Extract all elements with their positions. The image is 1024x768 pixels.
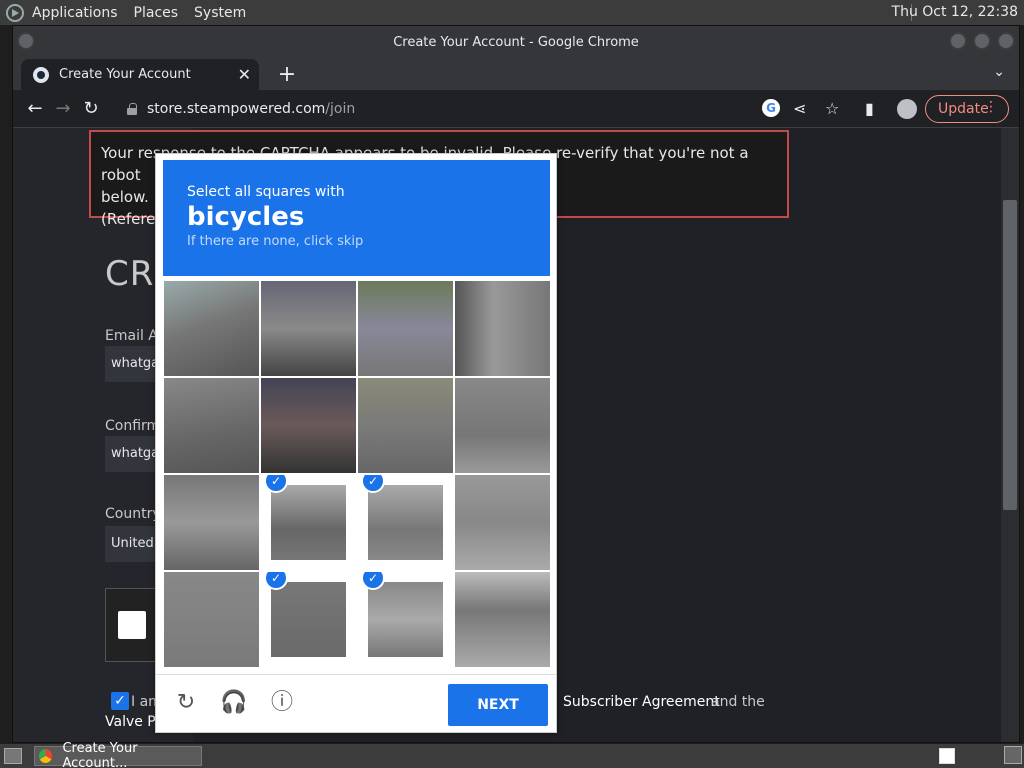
confirm-email-label: Confirm <box>105 418 161 434</box>
audio-challenge-icon[interactable]: 🎧 <box>220 689 248 717</box>
tile-image <box>164 475 259 570</box>
window-titlebar[interactable]: Create Your Account - Google Chrome <box>13 26 1019 58</box>
challenge-tile-grid: ✓ ✓ ✓ ✓ <box>164 281 550 667</box>
update-label: Update <box>938 101 989 117</box>
challenge-tile[interactable] <box>358 281 453 376</box>
top-panel: Applications Places System Thu Oct 12, 2… <box>0 0 1024 25</box>
url-host: store.steampowered.com <box>147 101 326 117</box>
minimize-icon[interactable] <box>949 32 967 50</box>
clock[interactable]: Thu Oct 12, 22:38 <box>892 4 1018 20</box>
scrollbar-thumb[interactable] <box>1003 200 1017 510</box>
challenge-tile[interactable] <box>455 572 550 667</box>
window-menu-icon[interactable] <box>17 32 35 50</box>
show-desktop-icon[interactable] <box>4 748 22 764</box>
share-icon[interactable]: ⋖ <box>793 99 806 118</box>
challenge-tile[interactable] <box>455 281 550 376</box>
tile-image <box>368 582 443 657</box>
address-bar[interactable]: store.steampowered.com/join <box>127 94 791 124</box>
steam-favicon-icon <box>33 66 49 83</box>
challenge-tile[interactable] <box>164 378 259 473</box>
challenge-footer: ↻ 🎧 ⓘ NEXT <box>156 674 556 732</box>
back-icon[interactable]: ← <box>21 98 49 119</box>
window-title: Create Your Account - Google Chrome <box>393 34 639 50</box>
tile-image <box>455 572 550 667</box>
reload-challenge-icon[interactable]: ↻ <box>172 689 200 717</box>
taskbar-item-label: Create Your Account... <box>62 741 138 768</box>
menu-system[interactable]: System <box>194 5 246 21</box>
subscriber-agreement-link[interactable]: Subscriber Agreement <box>563 694 720 710</box>
tile-image <box>368 485 443 560</box>
distro-logo-icon[interactable] <box>6 3 24 22</box>
menu-places[interactable]: Places <box>134 5 179 21</box>
challenge-target: bicycles <box>187 202 305 232</box>
tab-strip: Create Your Account ✕ + ⌄ <box>13 58 1019 90</box>
tile-image <box>455 281 550 376</box>
url-path: /join <box>325 101 356 117</box>
country-label: Country <box>105 506 161 522</box>
maximize-icon[interactable] <box>973 32 991 50</box>
tile-image <box>271 582 346 657</box>
challenge-tile[interactable] <box>164 572 259 667</box>
tab-title: Create Your Account <box>59 67 191 82</box>
reload-icon[interactable]: ↻ <box>77 98 105 119</box>
privacy-policy-link[interactable]: Valve Pr <box>105 714 161 730</box>
more-menu-icon[interactable]: ⋮ <box>984 99 998 115</box>
challenge-tile[interactable] <box>164 281 259 376</box>
lock-icon[interactable] <box>127 103 137 115</box>
bottom-taskbar: Create Your Account... <box>0 741 1024 768</box>
challenge-tile[interactable]: ✓ <box>261 572 356 667</box>
taskbar-chrome-item[interactable]: Create Your Account... <box>34 741 202 768</box>
workspace-2-icon[interactable] <box>1004 746 1022 764</box>
challenge-hint: If there are none, click skip <box>187 234 364 249</box>
challenge-instruction: Select all squares with <box>187 184 345 200</box>
next-button[interactable]: NEXT <box>448 684 548 726</box>
google-lens-icon[interactable]: G <box>762 99 780 117</box>
tab-search-chevron-icon[interactable]: ⌄ <box>993 64 1005 80</box>
menu-applications[interactable]: Applications <box>32 5 118 21</box>
challenge-tile[interactable]: ✓ <box>358 572 453 667</box>
tile-image <box>261 281 356 376</box>
close-window-icon[interactable] <box>997 32 1015 50</box>
challenge-header: Select all squares with bicycles If ther… <box>163 160 550 276</box>
tile-image <box>358 281 453 376</box>
challenge-tile[interactable] <box>164 475 259 570</box>
tile-image <box>455 378 550 473</box>
recaptcha-checkbox[interactable] <box>118 611 146 639</box>
agree-and-text: and the <box>711 694 765 710</box>
forward-icon[interactable]: → <box>49 98 77 119</box>
chrome-icon <box>39 749 53 763</box>
tile-image <box>164 378 259 473</box>
challenge-tile[interactable] <box>455 378 550 473</box>
side-panel-icon[interactable]: ▮ <box>865 99 874 118</box>
tile-image <box>261 378 356 473</box>
tile-image <box>271 485 346 560</box>
challenge-tile[interactable] <box>261 378 356 473</box>
challenge-tile[interactable]: ✓ <box>358 475 453 570</box>
challenge-tile[interactable] <box>358 378 453 473</box>
workspace-1-icon[interactable] <box>939 748 955 764</box>
challenge-tile[interactable] <box>261 281 356 376</box>
profile-avatar-icon[interactable] <box>897 99 917 119</box>
page-scrollbar[interactable] <box>1001 128 1019 742</box>
tile-image <box>455 475 550 570</box>
browser-toolbar: ← → ↻ store.steampowered.com/join G ⋖ ☆ … <box>13 90 1019 128</box>
tile-image <box>164 572 259 667</box>
challenge-tile[interactable] <box>455 475 550 570</box>
bookmark-star-icon[interactable]: ☆ <box>825 99 839 118</box>
info-icon[interactable]: ⓘ <box>268 689 296 717</box>
tile-image <box>358 378 453 473</box>
update-button[interactable]: Update ⋮ <box>925 95 1009 123</box>
tab-close-icon[interactable]: ✕ <box>238 65 251 84</box>
tile-image <box>164 281 259 376</box>
agree-checkbox[interactable]: ✓ <box>111 692 129 710</box>
new-tab-button[interactable]: + <box>275 62 299 87</box>
challenge-tile[interactable]: ✓ <box>261 475 356 570</box>
tab-create-account[interactable]: Create Your Account ✕ <box>21 59 259 90</box>
recaptcha-challenge-dialog: Select all squares with bicycles If ther… <box>155 153 557 733</box>
